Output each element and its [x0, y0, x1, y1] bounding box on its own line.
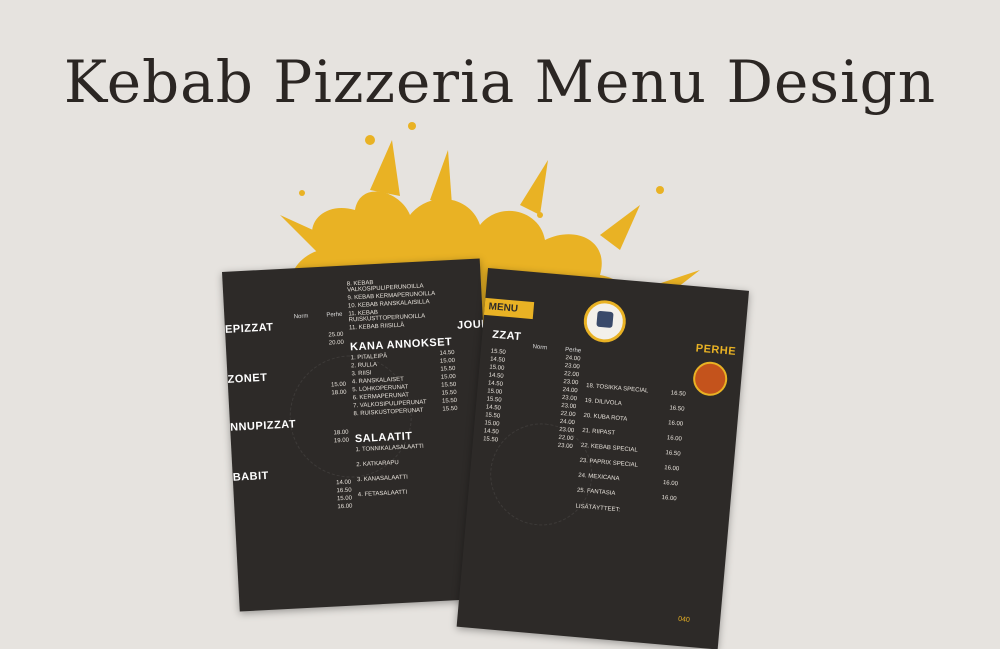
middle-column: 8. KEBAB VALKOSIPULIPERUNOILLA 9. KEBAB …	[347, 274, 462, 500]
pizza-column: ZZAT Norm Perhe 15.50 24.00 14.50 23.00 15…	[483, 329, 583, 452]
right-menu-sheet: MENU ZZAT Norm Perhe 15.50 24.00 14.50 23.…	[456, 268, 750, 649]
restaurant-logo-icon	[582, 298, 628, 345]
specials-column: 18. TOSIKKA SPECIAL 16.50 19. DILIVOLA 16.…	[575, 381, 686, 520]
pizza-image	[691, 360, 729, 398]
page-title: Kebab Pizzeria Menu Design	[63, 48, 937, 116]
perhe-label: PERHE	[695, 342, 737, 358]
left-menu-sheet: Norm Perhe EPIZZAT 25.00 20.00 ZONET 15.…	[222, 258, 498, 612]
phone-number: 040	[677, 615, 691, 624]
side-panel: PERHE	[691, 342, 742, 398]
left-column: Norm Perhe EPIZZAT 25.00 20.00 ZONET 15.…	[224, 312, 353, 518]
menu-ribbon: MENU	[479, 297, 535, 320]
